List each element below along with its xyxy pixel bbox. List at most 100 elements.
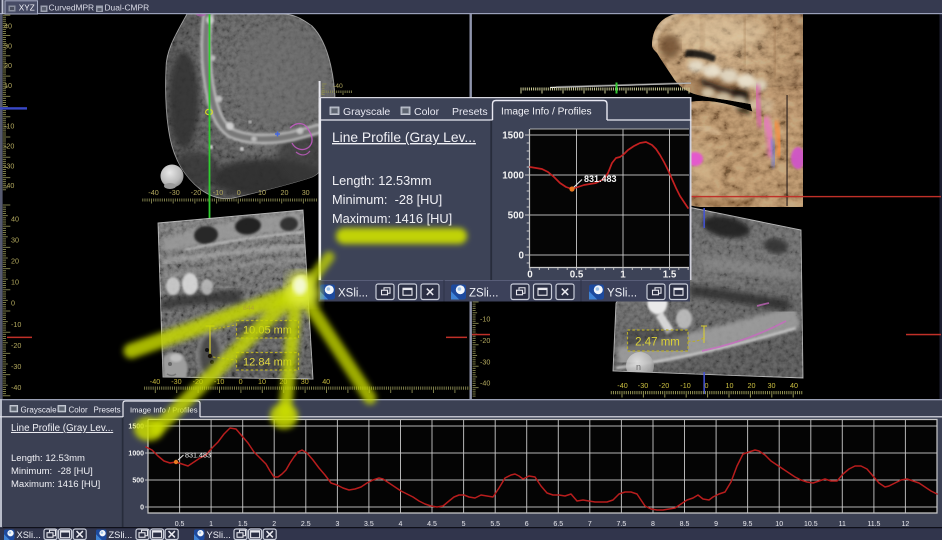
svg-text:10: 10 [726, 381, 734, 390]
svg-text:10.5: 10.5 [804, 521, 818, 528]
svg-text:7: 7 [588, 521, 592, 528]
svg-text:Grayscale: Grayscale [343, 106, 390, 118]
svg-text:30: 30 [4, 41, 12, 50]
svg-text:10: 10 [4, 81, 12, 90]
svg-text:YSli...: YSli... [207, 530, 231, 540]
svg-text:1: 1 [209, 521, 213, 528]
svg-text:20: 20 [11, 257, 19, 266]
svg-text:30: 30 [11, 236, 19, 245]
svg-text:0.5: 0.5 [570, 270, 584, 281]
svg-text:-30: -30 [4, 161, 14, 170]
svg-text:3: 3 [335, 521, 339, 528]
svg-text:Length: 12.53mm: Length: 12.53mm [11, 453, 85, 464]
svg-text:Grayscale: Grayscale [21, 406, 58, 415]
svg-text:9: 9 [714, 521, 718, 528]
svg-text:500: 500 [132, 478, 144, 485]
svg-text:30: 30 [768, 381, 776, 390]
svg-text:40: 40 [322, 377, 330, 386]
svg-text:20: 20 [281, 188, 289, 197]
svg-text:-10: -10 [4, 121, 14, 130]
svg-text:XSli...: XSli... [338, 288, 368, 300]
svg-text:Maximum: 1416 [HU]: Maximum: 1416 [HU] [332, 211, 452, 226]
svg-text:0: 0 [705, 381, 709, 390]
svg-text:ZSli...: ZSli... [109, 530, 133, 540]
svg-text:500: 500 [508, 211, 525, 222]
svg-text:1.5: 1.5 [663, 270, 677, 281]
svg-text:831.483: 831.483 [584, 174, 617, 184]
svg-text:CurvedMPR: CurvedMPR [49, 3, 95, 13]
svg-text:-40: -40 [4, 181, 14, 190]
svg-text:8.5: 8.5 [680, 521, 690, 528]
svg-text:-10: -10 [213, 188, 223, 197]
svg-text:YSli...: YSli... [607, 288, 637, 300]
svg-text:Image Info / Profiles: Image Info / Profiles [501, 107, 592, 118]
svg-text:Color: Color [414, 106, 440, 118]
svg-text:0: 0 [140, 505, 144, 512]
svg-text:6.5: 6.5 [553, 521, 563, 528]
svg-text:30: 30 [302, 188, 310, 197]
svg-text:Dual-CMPR: Dual-CMPR [105, 3, 150, 13]
svg-text:n: n [636, 362, 641, 372]
svg-text:-10: -10 [680, 381, 690, 390]
svg-text:2.5: 2.5 [301, 521, 311, 528]
svg-text:-30: -30 [480, 357, 490, 366]
svg-text:831.483: 831.483 [185, 451, 211, 460]
svg-text:-40: -40 [150, 377, 160, 386]
svg-text:4.5: 4.5 [427, 521, 437, 528]
svg-text:1.5: 1.5 [238, 521, 248, 528]
svg-text:40: 40 [790, 381, 798, 390]
svg-text:0: 0 [239, 377, 243, 386]
svg-text:Presets: Presets [452, 106, 488, 118]
svg-text:-40: -40 [11, 383, 21, 392]
svg-text:-10: -10 [11, 320, 21, 329]
svg-text:Presets: Presets [94, 406, 121, 415]
svg-text:1: 1 [620, 270, 626, 281]
svg-text:-30: -30 [11, 362, 21, 371]
svg-text:0: 0 [11, 299, 15, 308]
svg-text:ZSli...: ZSli... [469, 288, 498, 300]
svg-text:11: 11 [839, 521, 846, 528]
svg-text:-20: -20 [4, 141, 14, 150]
svg-text:XSli...: XSli... [17, 530, 41, 540]
svg-text:XYZ: XYZ [19, 4, 35, 13]
svg-text:-20: -20 [659, 381, 669, 390]
svg-text:-40: -40 [480, 379, 490, 388]
svg-text:7.5: 7.5 [617, 521, 627, 528]
svg-text:-20: -20 [11, 341, 21, 350]
svg-text:-20: -20 [191, 188, 201, 197]
svg-text:0: 0 [527, 270, 533, 281]
svg-text:Line Profile (Gray Lev...: Line Profile (Gray Lev... [11, 423, 113, 434]
svg-text:9.5: 9.5 [743, 521, 753, 528]
svg-text:6: 6 [525, 521, 529, 528]
svg-text:1500: 1500 [502, 131, 524, 142]
svg-text:10: 10 [258, 377, 266, 386]
svg-text:1000: 1000 [502, 171, 524, 182]
svg-text:-30: -30 [638, 381, 648, 390]
svg-text:-20: -20 [480, 336, 490, 345]
svg-text:40: 40 [4, 22, 12, 31]
svg-text:-40: -40 [148, 188, 158, 197]
svg-text:12: 12 [902, 521, 910, 528]
svg-text:20: 20 [748, 381, 756, 390]
svg-text:0.5: 0.5 [175, 521, 185, 528]
svg-text:844: 844 [243, 305, 255, 312]
svg-text:4: 4 [399, 521, 403, 528]
svg-text:Maximum: 1416 [HU]: Maximum: 1416 [HU] [11, 479, 100, 490]
svg-text:10: 10 [258, 188, 266, 197]
svg-text:Minimum: -28 [HU]: Minimum: -28 [HU] [11, 466, 93, 477]
svg-text:30: 30 [301, 377, 309, 386]
svg-text:0: 0 [237, 188, 241, 197]
svg-text:10: 10 [11, 278, 19, 287]
svg-text:1000: 1000 [128, 451, 144, 458]
svg-text:5.5: 5.5 [490, 521, 500, 528]
svg-text:Line Profile (Gray Lev...: Line Profile (Gray Lev... [332, 130, 476, 145]
svg-text:0: 0 [519, 251, 525, 262]
svg-text:20: 20 [4, 61, 12, 70]
svg-text:2: 2 [272, 521, 276, 528]
svg-text:-30: -30 [171, 377, 181, 386]
svg-text:2.47 mm: 2.47 mm [635, 337, 680, 349]
svg-text:5: 5 [462, 521, 466, 528]
svg-text:Color: Color [69, 406, 88, 415]
svg-text:-40: -40 [617, 381, 627, 390]
svg-text:-40: -40 [333, 83, 343, 90]
